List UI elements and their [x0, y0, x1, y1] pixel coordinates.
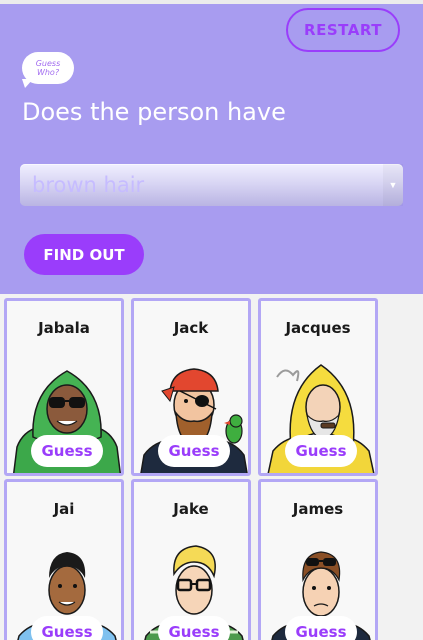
question-text: Does the person have	[22, 98, 286, 126]
character-card-jabala: Jabala Guess	[4, 298, 124, 476]
logo-speech-tail	[22, 79, 33, 88]
character-card-james: James Guess	[258, 479, 378, 640]
character-name: Jabala	[38, 319, 90, 337]
character-name: Jake	[173, 500, 209, 518]
guess-button[interactable]: Guess	[158, 616, 230, 640]
logo-line-1: Guess	[35, 59, 61, 68]
character-name: James	[292, 500, 344, 518]
guess-button[interactable]: Guess	[31, 616, 103, 640]
chevron-down-icon[interactable]: ▼	[383, 164, 403, 206]
guess-button[interactable]: Guess	[31, 435, 103, 467]
question-panel: RESTART Guess Who? Does the person have …	[0, 4, 423, 294]
guess-button[interactable]: Guess	[285, 616, 357, 640]
character-name: Jai	[53, 500, 75, 518]
guess-button[interactable]: Guess	[285, 435, 357, 467]
attribute-select-value: brown hair	[32, 173, 145, 197]
character-name: Jacques	[285, 319, 351, 337]
attribute-select[interactable]: brown hair ▼	[20, 164, 403, 206]
character-card-jacques: Jacques Guess	[258, 298, 378, 476]
character-card-jack: Jack Guess	[131, 298, 251, 476]
character-name: Jack	[173, 319, 209, 337]
character-card-jake: Jake Guess	[131, 479, 251, 640]
find-out-button[interactable]: FIND OUT	[24, 234, 144, 275]
character-card-jai: Jai Guess	[4, 479, 124, 640]
guess-button[interactable]: Guess	[158, 435, 230, 467]
logo-line-2: Who?	[36, 68, 60, 77]
restart-button[interactable]: RESTART	[286, 8, 400, 52]
